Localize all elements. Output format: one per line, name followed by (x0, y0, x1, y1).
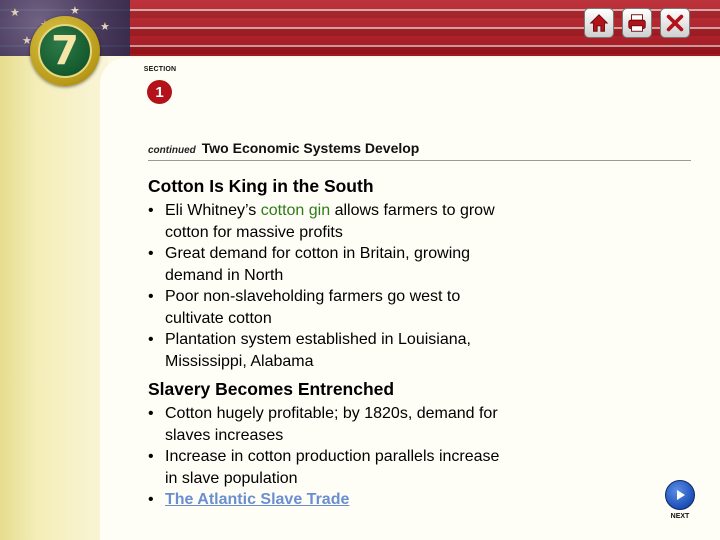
cotton-gin-term: cotton gin (260, 202, 331, 219)
chapter-number: 7 (38, 24, 92, 78)
list-item: • Great demand for cotton in Britain, gr… (148, 243, 495, 286)
page-header: continued Two Economic Systems Develop (148, 140, 419, 156)
next-nav: NEXT (664, 480, 696, 520)
bullet-text-line2: Mississippi, Alabama (165, 352, 314, 370)
heading-cotton-is-king: Cotton Is King in the South (148, 176, 374, 196)
bullet-text: Cotton hugely profitable; by 1820s, dema… (165, 405, 498, 422)
list-item: • Plantation system established in Louis… (148, 329, 495, 372)
bullet-dot: • (148, 491, 154, 508)
print-icon (628, 14, 646, 32)
panel-shade (38, 56, 108, 540)
home-icon (589, 14, 609, 32)
play-arrow-icon (677, 490, 685, 500)
atlantic-slave-trade-link[interactable]: The Atlantic Slave Trade (165, 491, 349, 508)
header-divider (148, 160, 691, 161)
bullet-text: Great demand for cotton in Britain, grow… (165, 245, 471, 262)
bullet-dot: • (148, 288, 154, 305)
bullet-dot: • (148, 245, 154, 262)
close-icon (666, 14, 684, 32)
bullet-list-cotton: • Eli Whitney’s cotton gin allows farmer… (148, 200, 495, 372)
bullet-dot: • (148, 448, 154, 465)
section-number: 1 (147, 80, 172, 104)
bullet-dot: • (148, 202, 154, 219)
bullet-list-slavery: • Cotton hugely profitable; by 1820s, de… (148, 403, 499, 511)
close-button[interactable] (660, 8, 690, 38)
page-title: Two Economic Systems Develop (201, 140, 420, 156)
bullet-text-pre: Eli Whitney’s (165, 202, 261, 219)
next-label: NEXT (670, 513, 690, 520)
list-item: • Poor non-slaveholding farmers go west … (148, 286, 495, 329)
list-item: • The Atlantic Slave Trade (148, 489, 499, 511)
bullet-text-line2: demand in North (165, 266, 284, 284)
heading-slavery-entrenched: Slavery Becomes Entrenched (148, 379, 395, 399)
bullet-text: Poor non-slaveholding farmers go west to (165, 288, 461, 305)
section-label: SECTION (143, 66, 177, 73)
chapter-badge: 7 (30, 16, 100, 86)
bullet-dot: • (148, 331, 154, 348)
list-item: • Eli Whitney’s cotton gin allows farmer… (148, 200, 495, 243)
list-item: • Cotton hugely profitable; by 1820s, de… (148, 403, 499, 446)
print-button[interactable] (622, 8, 652, 38)
continued-label: continued (148, 145, 196, 156)
bullet-text-post: allows farmers to grow (330, 202, 495, 219)
bullet-text-line2: in slave population (165, 469, 298, 487)
bullet-text-line2: cotton for massive profits (165, 223, 343, 241)
list-item: • Increase in cotton production parallel… (148, 446, 499, 489)
bullet-text: Increase in cotton production parallels … (165, 448, 500, 465)
bullet-text: Plantation system established in Louisia… (165, 331, 471, 348)
home-button[interactable] (584, 8, 614, 38)
left-strip (0, 56, 38, 540)
toolbar (584, 8, 690, 38)
bullet-dot: • (148, 405, 154, 422)
bullet-text-line2: cultivate cotton (165, 309, 272, 327)
bullet-text-line2: slaves increases (165, 426, 284, 444)
next-button[interactable] (665, 480, 695, 510)
